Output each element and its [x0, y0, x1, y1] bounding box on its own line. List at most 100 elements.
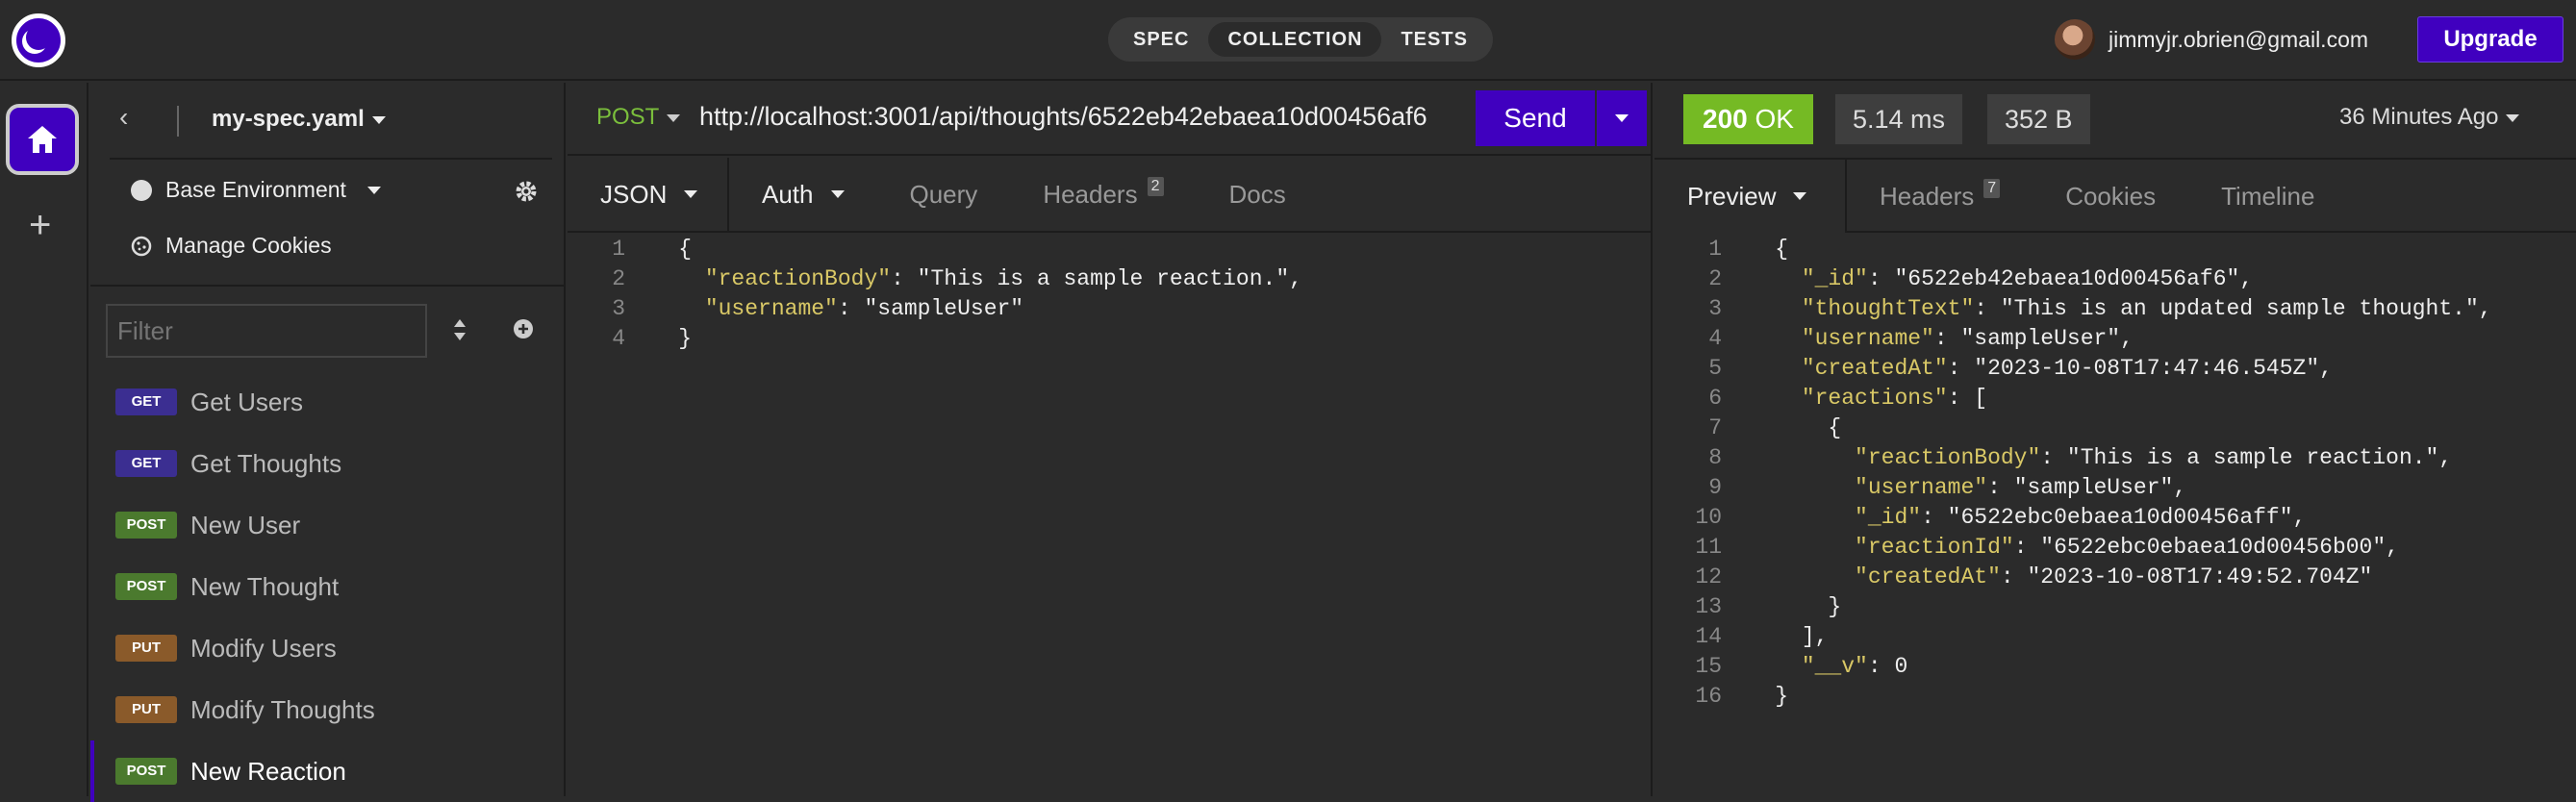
- tab-auth[interactable]: Auth: [729, 158, 877, 231]
- code-line: 8 "reactionBody": "This is a sample reac…: [1683, 443, 2492, 473]
- line-number: 10: [1695, 505, 1722, 530]
- environment-dot-icon: [131, 179, 152, 201]
- upgrade-button[interactable]: Upgrade: [2417, 16, 2563, 63]
- sidebar-header: ‹ my-spec.yaml: [110, 83, 552, 160]
- user-account[interactable]: jimmyjr.obrien@gmail.com: [2055, 19, 2368, 60]
- code-line: 4 "username": "sampleUser",: [1683, 324, 2492, 354]
- line-number: 8: [1708, 445, 1722, 470]
- code-text: "__v": 0: [1801, 654, 1908, 679]
- method-selector[interactable]: POST: [596, 104, 681, 131]
- manage-cookies-button[interactable]: Manage Cookies: [131, 233, 332, 259]
- environment-selector[interactable]: Base Environment: [131, 177, 381, 203]
- line-number: 7: [1708, 415, 1722, 440]
- line-number: 12: [1695, 564, 1722, 589]
- status-code: 200: [1703, 104, 1748, 134]
- history-selector[interactable]: 36 Minutes Ago: [2339, 104, 2520, 131]
- tab-headers[interactable]: Headers 2: [1010, 158, 1196, 231]
- code-text: "_id": "6522eb42ebaea10d00456af6",: [1801, 266, 2254, 291]
- tab-label: Preview: [1687, 181, 1777, 211]
- code-text: "thoughtText": "This is an updated sampl…: [1801, 296, 2492, 321]
- list-item[interactable]: POST New User: [90, 494, 566, 556]
- sort-icon[interactable]: [452, 317, 467, 347]
- avatar: [2055, 19, 2095, 60]
- request-list: GET Get Users GET Get Thoughts POST New Use…: [90, 371, 566, 802]
- tab-json[interactable]: JSON: [568, 158, 729, 231]
- response-tabs: Preview Headers 7 Cookies Timeline: [1654, 158, 2576, 233]
- view-switcher: SPEC COLLECTION TESTS: [1108, 17, 1493, 62]
- response-preview: 1 {2 "_id": "6522eb42ebaea10d00456af6", 3…: [1683, 235, 2492, 712]
- code-text: "username": "sampleUser": [704, 296, 1024, 321]
- tab-tests[interactable]: TESTS: [1381, 22, 1486, 57]
- code-line: 1 {: [587, 235, 1302, 264]
- code-text: "reactions": [: [1801, 386, 1988, 411]
- code-text: }: [1775, 684, 1789, 709]
- tab-query[interactable]: Query: [877, 158, 1011, 231]
- send-button[interactable]: Send: [1476, 90, 1595, 146]
- code-line: 3 "thoughtText": "This is an updated sam…: [1683, 294, 2492, 324]
- tab-spec[interactable]: SPEC: [1114, 22, 1208, 57]
- code-text: "reactionId": "6522ebc0ebaea10d00456b00"…: [1855, 535, 2399, 560]
- gear-icon[interactable]: [514, 179, 539, 209]
- cookie-icon: [131, 236, 152, 256]
- code-text: ],: [1775, 624, 1829, 649]
- tab-collection[interactable]: COLLECTION: [1208, 22, 1382, 57]
- tab-preview[interactable]: Preview: [1654, 160, 1847, 233]
- url-input[interactable]: http://localhost:3001/api/thoughts/6522e…: [699, 102, 1427, 132]
- line-number: 6: [1708, 386, 1722, 411]
- line-number: 9: [1708, 475, 1722, 500]
- list-item[interactable]: PUT Modify Users: [90, 617, 566, 679]
- tab-label: Headers: [1880, 181, 1975, 211]
- request-name: Modify Thoughts: [190, 694, 375, 724]
- request-name: New Reaction: [190, 756, 346, 786]
- line-number: 15: [1695, 654, 1722, 679]
- list-item[interactable]: POST New Reaction: [90, 740, 566, 802]
- line-number: 13: [1695, 594, 1722, 619]
- request-name: Get Users: [190, 387, 304, 416]
- add-request-icon[interactable]: [512, 317, 535, 345]
- response-size: 352 B: [1987, 94, 2090, 144]
- code-line: 9 "username": "sampleUser",: [1683, 473, 2492, 503]
- tab-docs[interactable]: Docs: [1197, 158, 1319, 231]
- line-number: 3: [612, 296, 625, 321]
- chevron-down-icon: [1793, 192, 1807, 200]
- divider: [177, 106, 179, 137]
- method-badge: GET: [115, 388, 177, 415]
- back-chevron-icon[interactable]: ‹: [119, 102, 128, 133]
- add-project-icon[interactable]: +: [29, 206, 51, 244]
- list-item[interactable]: GET Get Users: [90, 371, 566, 433]
- tab-response-headers[interactable]: Headers 7: [1847, 160, 2033, 233]
- request-body-editor[interactable]: 1 {2 "reactionBody": "This is a sample r…: [587, 235, 1302, 354]
- tab-label: Headers: [1043, 179, 1138, 209]
- request-name: New Thought: [190, 571, 340, 601]
- method-badge: POST: [115, 573, 177, 600]
- chevron-down-icon: [667, 113, 681, 122]
- environment-name: Base Environment: [165, 177, 346, 202]
- code-text: "createdAt": "2023-10-08T17:47:46.545Z",: [1801, 356, 2333, 381]
- code-text: "createdAt": "2023-10-08T17:49:52.704Z": [1855, 564, 2373, 589]
- send-options-button[interactable]: [1597, 90, 1647, 146]
- home-button[interactable]: [6, 104, 79, 175]
- headers-count-badge: 7: [1983, 179, 2001, 198]
- request-tabs: JSON Auth Query Headers 2 Docs: [568, 158, 1651, 233]
- line-number: 16: [1695, 684, 1722, 709]
- app-logo-icon[interactable]: [12, 13, 65, 67]
- code-line: 13 }: [1683, 592, 2492, 622]
- filter-input[interactable]: [106, 304, 427, 358]
- line-number: 11: [1695, 535, 1722, 560]
- code-line: 2 "_id": "6522eb42ebaea10d00456af6",: [1683, 264, 2492, 294]
- list-item[interactable]: PUT Modify Thoughts: [90, 679, 566, 740]
- code-text: "reactionBody": "This is a sample reacti…: [1855, 445, 2453, 470]
- url-bar: POST http://localhost:3001/api/thoughts/…: [568, 83, 1653, 156]
- method-badge: GET: [115, 450, 177, 477]
- list-item[interactable]: POST New Thought: [90, 556, 566, 617]
- code-line: 15 "__v": 0: [1683, 652, 2492, 682]
- line-number: 14: [1695, 624, 1722, 649]
- list-item[interactable]: GET Get Thoughts: [90, 433, 566, 494]
- code-text: {: [1775, 237, 1789, 262]
- tab-cookies[interactable]: Cookies: [2033, 160, 2188, 233]
- request-name: New User: [190, 510, 301, 539]
- tab-timeline[interactable]: Timeline: [2188, 160, 2347, 233]
- chevron-down-icon: [371, 115, 386, 124]
- spec-selector[interactable]: my-spec.yaml: [212, 106, 386, 133]
- response-pane: 200 OK 5.14 ms 352 B 36 Minutes Ago Prev…: [1654, 83, 2576, 796]
